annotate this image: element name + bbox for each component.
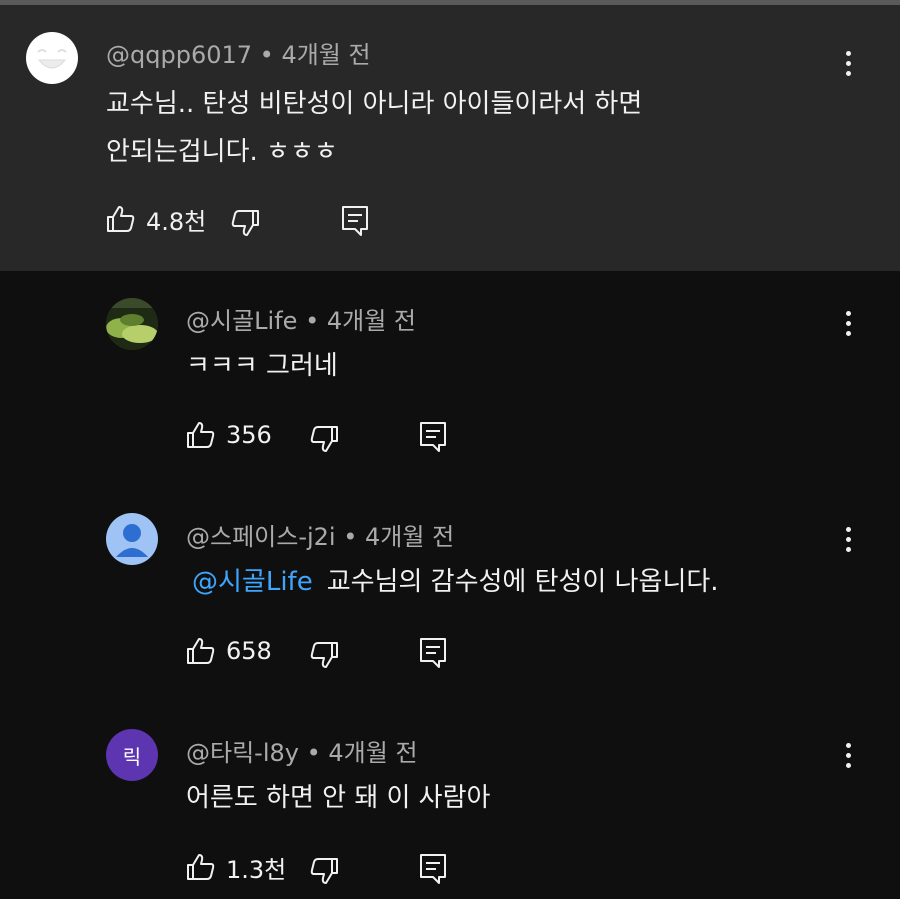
separator-dot: • [306, 739, 329, 767]
more-menu-button[interactable] [836, 43, 860, 83]
like-button[interactable]: 1.3천 [186, 847, 286, 887]
reply-comment: 릭 @타릭-l8y • 4개월 전 어른도 하면 안 돼 이 사람아 1.3천 [0, 703, 900, 899]
reply-icon [419, 421, 447, 453]
avatar[interactable]: 릭 [106, 729, 158, 781]
landscape-photo [106, 298, 158, 350]
reply-button[interactable] [419, 417, 447, 457]
reply-button[interactable] [341, 201, 369, 241]
separator-dot: • [259, 41, 282, 69]
reply-icon [341, 205, 369, 237]
comment-meta: @시골Life • 4개월 전 [186, 301, 416, 336]
like-count: 658 [226, 637, 272, 665]
comment-body: 교수님의 감수성에 탄성이 나옵니다. [326, 567, 719, 597]
default-user-icon [116, 524, 148, 557]
reply-button[interactable] [419, 849, 447, 889]
thumbs-down-icon [309, 856, 339, 886]
comment-time[interactable]: 4개월 전 [281, 41, 370, 69]
reply-icon [419, 637, 447, 669]
thumbs-up-icon [186, 636, 216, 666]
like-count: 356 [226, 421, 272, 449]
thumbs-up-icon [186, 420, 216, 450]
dislike-button[interactable] [230, 203, 260, 243]
author-name[interactable]: @타릭-l8y [186, 739, 299, 767]
smiley-face-icon [37, 49, 67, 69]
comment-time[interactable]: 4개월 전 [327, 307, 416, 335]
thumbs-down-icon [309, 640, 339, 670]
comment-time[interactable]: 4개월 전 [328, 739, 417, 767]
comment-meta: @qqpp6017 • 4개월 전 [106, 35, 371, 70]
comment-meta: @스페이스-j2i • 4개월 전 [186, 517, 454, 552]
avatar-letter: 릭 [122, 744, 142, 769]
comment-text: ㅋㅋㅋ 그러네 [186, 351, 338, 381]
avatar[interactable] [106, 298, 158, 350]
like-button[interactable]: 658 [186, 631, 272, 671]
thumbs-up-icon [186, 852, 216, 882]
mention-link[interactable]: @시골Life [192, 567, 313, 597]
like-count: 4.8천 [146, 207, 207, 236]
reply-button[interactable] [419, 633, 447, 673]
author-name[interactable]: @스페이스-j2i [186, 523, 336, 551]
comment-meta: @타릭-l8y • 4개월 전 [186, 733, 418, 768]
comment-text: 어른도 하면 안 돼 이 사람아 [186, 783, 491, 813]
dislike-button[interactable] [309, 635, 339, 675]
more-menu-button[interactable] [836, 303, 860, 343]
more-menu-button[interactable] [836, 519, 860, 559]
thumbs-down-icon [230, 208, 260, 238]
reply-comment: @시골Life • 4개월 전 ㅋㅋㅋ 그러네 356 [0, 271, 900, 487]
reply-icon [419, 853, 447, 885]
thumbs-up-icon [106, 204, 136, 234]
reply-comment: @스페이스-j2i • 4개월 전 @시골Life 교수님의 감수성에 탄성이 나… [0, 487, 900, 703]
like-button[interactable]: 356 [186, 415, 272, 455]
avatar[interactable] [106, 513, 158, 565]
like-count: 1.3천 [226, 855, 287, 884]
author-name[interactable]: @시골Life [186, 307, 297, 335]
like-button[interactable]: 4.8천 [106, 199, 206, 239]
thumbs-down-icon [309, 424, 339, 454]
separator-dot: • [305, 307, 327, 335]
comment-text-line-2: 안되는겁니다. ㅎㅎㅎ [106, 137, 338, 167]
comment-highlighted: @qqpp6017 • 4개월 전 교수님.. 탄성 비탄성이 아니라 아이들이… [0, 5, 900, 271]
comment-time[interactable]: 4개월 전 [365, 523, 454, 551]
dislike-button[interactable] [309, 851, 339, 891]
dislike-button[interactable] [309, 419, 339, 459]
more-menu-button[interactable] [836, 735, 860, 775]
comment-text-line-1: 교수님.. 탄성 비탄성이 아니라 아이들이라서 하면 [106, 89, 643, 119]
avatar[interactable] [26, 32, 78, 84]
author-name[interactable]: @qqpp6017 [106, 41, 252, 69]
separator-dot: • [343, 523, 366, 551]
comment-text: @시골Life 교수님의 감수성에 탄성이 나옵니다. [192, 561, 719, 598]
